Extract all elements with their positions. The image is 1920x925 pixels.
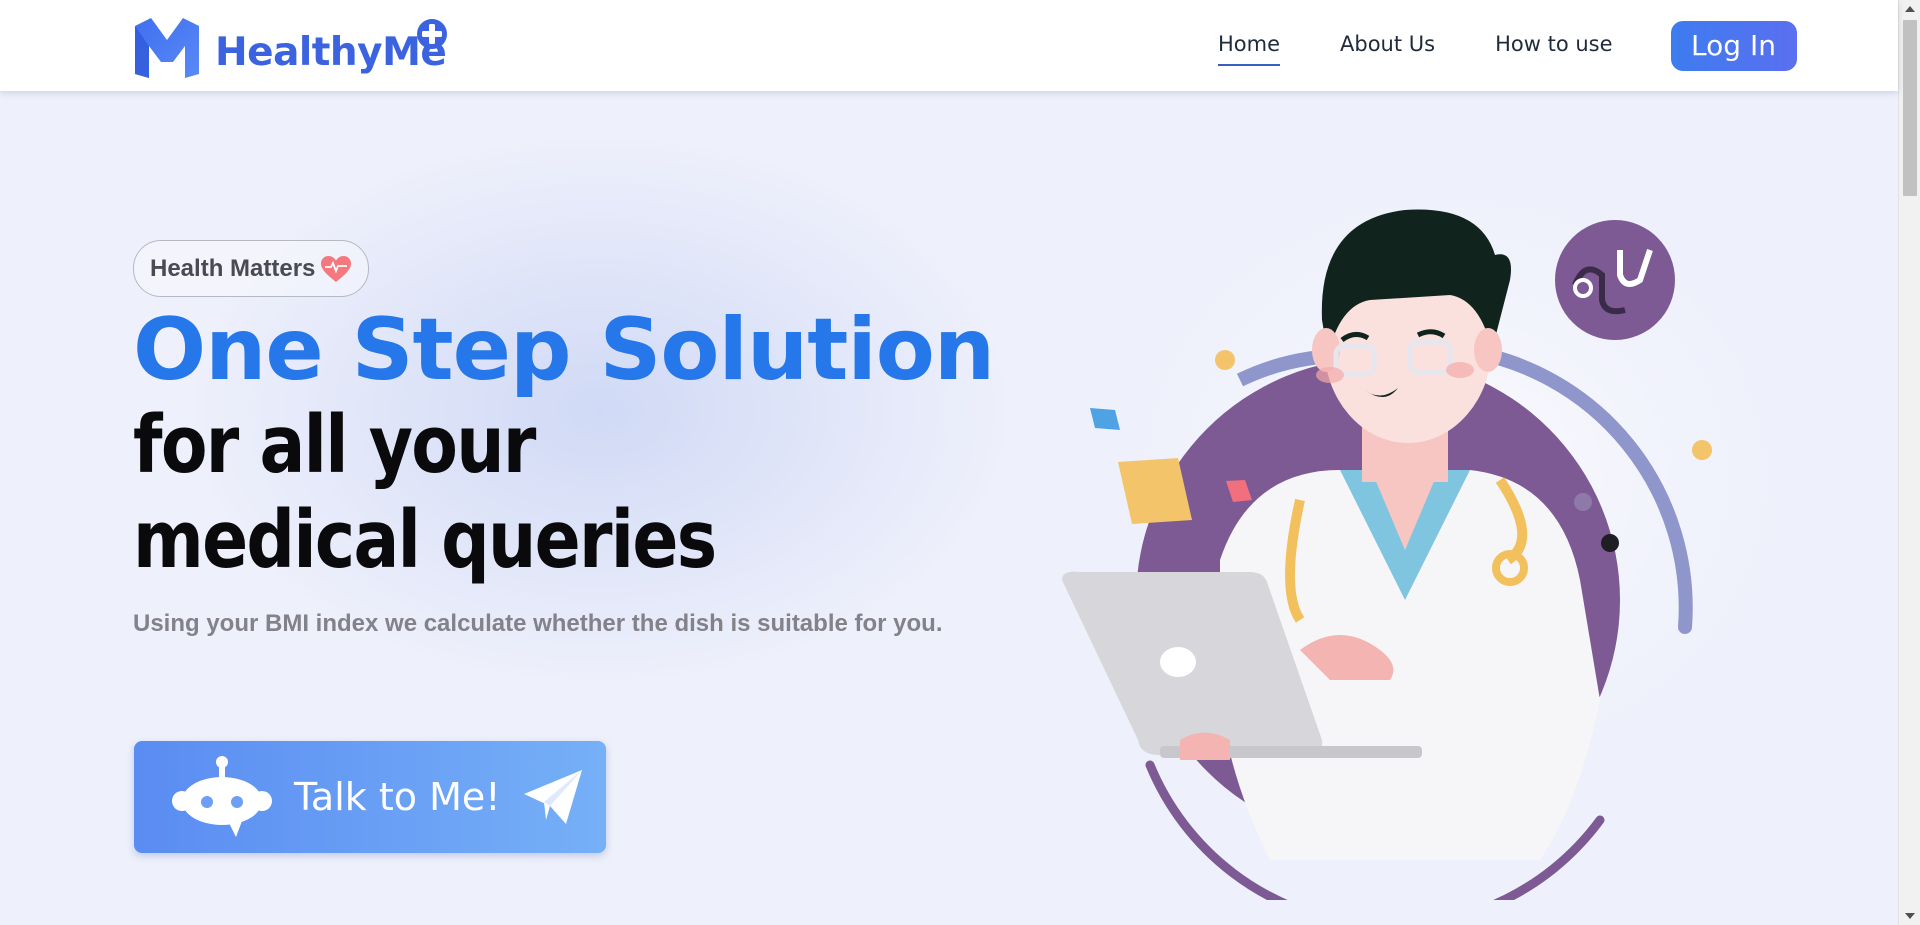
brand[interactable]: HealthyMe [133, 18, 447, 80]
hero-subtitle: Using your BMI index we calculate whethe… [133, 610, 943, 637]
login-button[interactable]: Log In [1670, 20, 1797, 71]
paper-plane-icon [524, 770, 583, 824]
m-logo-icon [135, 18, 199, 78]
heart-icon [321, 255, 352, 282]
scroll-down-arrow-icon[interactable] [1905, 913, 1915, 919]
scroll-up-arrow-icon[interactable] [1905, 6, 1915, 12]
nav-links: Home About Us How to use Log In [1218, 0, 1797, 91]
badge-label: Health Matters [150, 254, 316, 282]
nav-about-us[interactable]: About Us [1340, 32, 1435, 60]
talk-to-me-button[interactable]: Talk to Me! [134, 741, 606, 853]
headline-accent: One Step Solution [133, 300, 995, 400]
cta-label: Talk to Me! [294, 775, 501, 819]
nav-home[interactable]: Home [1218, 32, 1281, 66]
brand-name: HealthyMe [215, 29, 447, 75]
doctor-with-laptop-illustration [1060, 190, 1770, 900]
headline-rest: for all your medical queries [133, 399, 717, 586]
scroll-thumb[interactable] [1903, 20, 1917, 196]
top-navbar: HealthyMe Home About Us How to use Log I… [0, 0, 1898, 91]
robot-icon [172, 755, 272, 837]
nav-how-to-use[interactable]: How to use [1495, 32, 1612, 60]
plus-badge-icon [417, 19, 447, 49]
vertical-scrollbar[interactable] [1898, 0, 1920, 925]
health-matters-badge: Health Matters [133, 240, 370, 297]
